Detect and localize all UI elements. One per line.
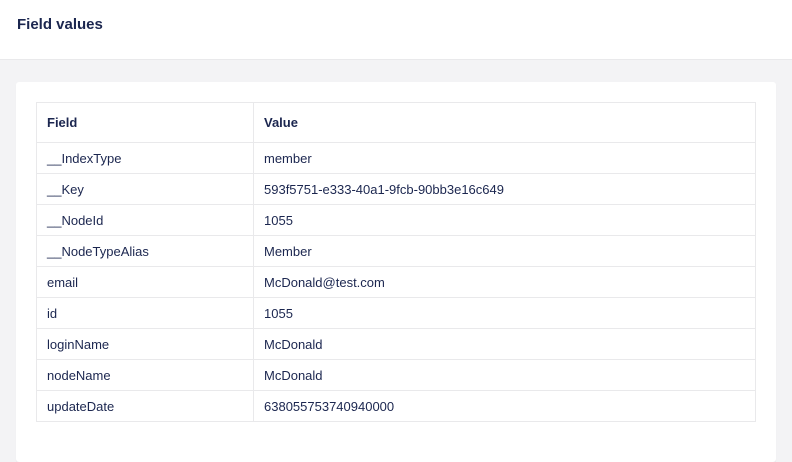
value-cell: 593f5751-e333-40a1-9fcb-90bb3e16c649 <box>253 173 756 205</box>
value-cell: McDonald <box>253 328 756 360</box>
field-cell: nodeName <box>36 359 254 391</box>
page-header: Field values <box>0 0 792 60</box>
field-cell: loginName <box>36 328 254 360</box>
table-row: __NodeTypeAlias Member <box>36 235 756 267</box>
value-cell: McDonald <box>253 359 756 391</box>
table-row: __NodeId 1055 <box>36 204 756 236</box>
table-row: __Key 593f5751-e333-40a1-9fcb-90bb3e16c6… <box>36 173 756 205</box>
field-cell: id <box>36 297 254 329</box>
value-cell: 1055 <box>253 297 756 329</box>
field-cell: __NodeTypeAlias <box>36 235 254 267</box>
field-cell: email <box>36 266 254 298</box>
field-values-table: Field Value __IndexType member __Key 593… <box>36 102 756 422</box>
table-row: __IndexType member <box>36 142 756 174</box>
table-row: nodeName McDonald <box>36 359 756 391</box>
field-cell: updateDate <box>36 390 254 422</box>
field-values-panel: Field Value __IndexType member __Key 593… <box>16 82 776 462</box>
column-header-field: Field <box>36 102 254 143</box>
value-cell: member <box>253 142 756 174</box>
page-title: Field values <box>17 16 103 33</box>
value-cell: Member <box>253 235 756 267</box>
table-row: email McDonald@test.com <box>36 266 756 298</box>
value-cell: 1055 <box>253 204 756 236</box>
table-row: updateDate 638055753740940000 <box>36 390 756 422</box>
value-cell: McDonald@test.com <box>253 266 756 298</box>
field-cell: __IndexType <box>36 142 254 174</box>
table-row: loginName McDonald <box>36 328 756 360</box>
value-cell: 638055753740940000 <box>253 390 756 422</box>
field-cell: __Key <box>36 173 254 205</box>
table-header-row: Field Value <box>36 102 756 143</box>
table-row: id 1055 <box>36 297 756 329</box>
column-header-value: Value <box>253 102 756 143</box>
field-cell: __NodeId <box>36 204 254 236</box>
